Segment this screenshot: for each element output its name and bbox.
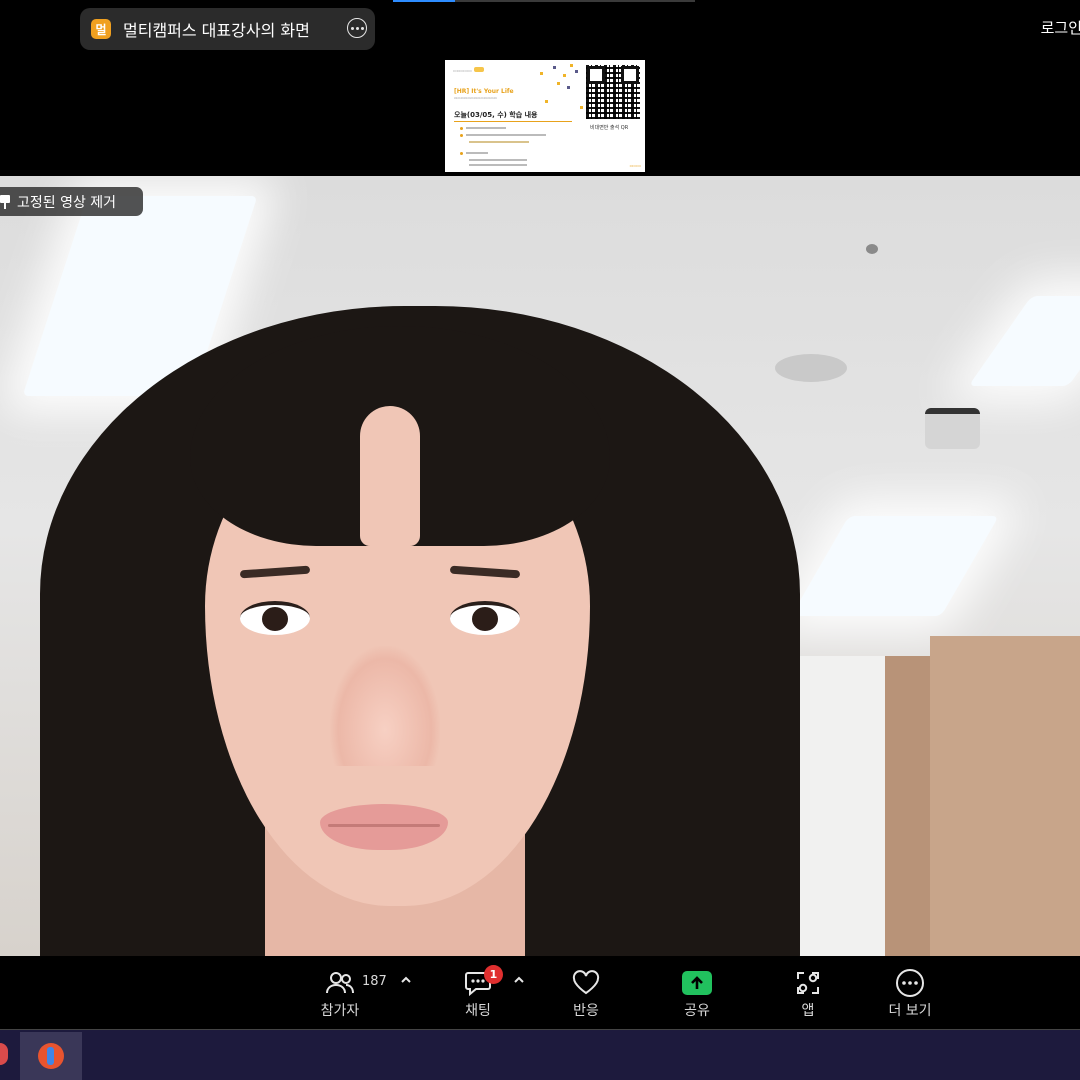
- pin-icon: [0, 194, 10, 209]
- slide-text-line: [469, 164, 527, 166]
- app-logo-icon: [38, 1043, 64, 1069]
- share-screen-button[interactable]: 공유: [667, 956, 727, 1029]
- top-bar: 멀 멀티캠퍼스 대표강사의 화면 로그인: [0, 0, 1080, 56]
- ceiling-speaker: [775, 354, 847, 382]
- taskbar-active-app[interactable]: [20, 1032, 82, 1080]
- reactions-label: 반응: [573, 1003, 599, 1019]
- decor-dot: [575, 70, 578, 73]
- login-button[interactable]: 로그인: [1041, 17, 1080, 38]
- slide-logo: ▭▭▭▭▭: [453, 68, 472, 73]
- slide-text-line: [466, 134, 546, 136]
- screen-share-title-pill[interactable]: 멀 멀티캠퍼스 대표강사의 화면: [80, 8, 375, 50]
- sharer-avatar: 멀: [91, 19, 111, 39]
- slide-text-line: [466, 127, 506, 129]
- ceiling-light: [791, 516, 999, 616]
- screen-share-title: 멀티캠퍼스 대표강사의 화면: [123, 21, 310, 40]
- left-eye: [240, 601, 310, 635]
- apps-icon: [792, 968, 824, 998]
- unpin-video-button[interactable]: 고정된 영상 제거: [0, 187, 143, 216]
- os-taskbar: [0, 1030, 1080, 1080]
- slide-bullet: [460, 127, 463, 130]
- heart-icon: [570, 968, 602, 998]
- more-icon: [894, 968, 926, 998]
- decor-dot: [567, 86, 570, 89]
- chat-label: 채팅: [465, 1003, 491, 1019]
- ellipsis-circle-icon[interactable]: [347, 18, 367, 38]
- apps-label: 앱: [801, 1003, 815, 1019]
- taskbar-app-icon[interactable]: [0, 1043, 8, 1065]
- decor-dot: [557, 82, 560, 85]
- slide-bullet: [460, 152, 463, 155]
- slide-logo-badge: [474, 67, 484, 72]
- more-label: 더 보기: [888, 1003, 932, 1019]
- participants-label: 참가자: [320, 1003, 360, 1019]
- ceiling-projector: [925, 408, 980, 449]
- participants-icon: [324, 968, 356, 998]
- nose: [330, 646, 440, 766]
- slide-subtitle-line: ▭▭▭▭▭▭▭▭▭▭▭▭▭: [454, 96, 497, 100]
- decor-dot: [563, 74, 566, 77]
- share-icon: [681, 968, 713, 998]
- decor-dot: [570, 64, 573, 67]
- more-button[interactable]: 더 보기: [880, 956, 940, 1029]
- reactions-button[interactable]: 반응: [556, 956, 616, 1029]
- wood-wall: [930, 636, 1080, 956]
- wood-wall: [885, 656, 935, 956]
- forehead: [360, 406, 420, 546]
- slide-heading: 오늘(03/05, 수) 학습 내용: [454, 111, 538, 119]
- view-indicator: [393, 0, 695, 2]
- decor-dot: [540, 72, 543, 75]
- attendance-qr-code: [586, 65, 640, 119]
- slide-divider: [454, 121, 572, 122]
- apps-button[interactable]: 앱: [778, 956, 838, 1029]
- unpin-video-label: 고정된 영상 제거: [17, 194, 117, 211]
- participants-caret-icon[interactable]: [400, 973, 412, 987]
- slide-footer-mark: ▭▭▭: [629, 163, 641, 168]
- meeting-toolbar: 참가자 187 채팅 1 반응 공유 앱 더 보기: [0, 956, 1080, 1029]
- slide-text-line: [469, 141, 529, 143]
- decor-dot: [580, 106, 583, 109]
- qr-caption: 비대면반 출석 QR: [590, 125, 629, 131]
- shared-screen-strip: ▭▭▭▭▭ [HR] It's Your Life ▭▭▭▭▭▭▭▭▭▭▭▭▭ …: [0, 56, 1080, 176]
- participants-count: 187: [362, 974, 387, 989]
- decor-dot: [545, 100, 548, 103]
- ceiling-light: [968, 296, 1080, 386]
- slide-text-line: [469, 159, 527, 161]
- pinned-participant-video[interactable]: [0, 176, 1080, 956]
- slide-text-line: [466, 152, 488, 154]
- share-label: 공유: [684, 1003, 710, 1019]
- decor-dot: [553, 66, 556, 69]
- slide-bullet: [460, 134, 463, 137]
- chat-caret-icon[interactable]: [513, 973, 525, 987]
- ceiling-sensor: [866, 244, 878, 254]
- shared-screen-thumbnail[interactable]: ▭▭▭▭▭ [HR] It's Your Life ▭▭▭▭▭▭▭▭▭▭▭▭▭ …: [445, 60, 645, 172]
- participants-button[interactable]: 참가자: [310, 956, 370, 1029]
- slide-title: [HR] It's Your Life: [454, 88, 514, 95]
- right-eye: [450, 601, 520, 635]
- chat-unread-badge: 1: [484, 965, 503, 984]
